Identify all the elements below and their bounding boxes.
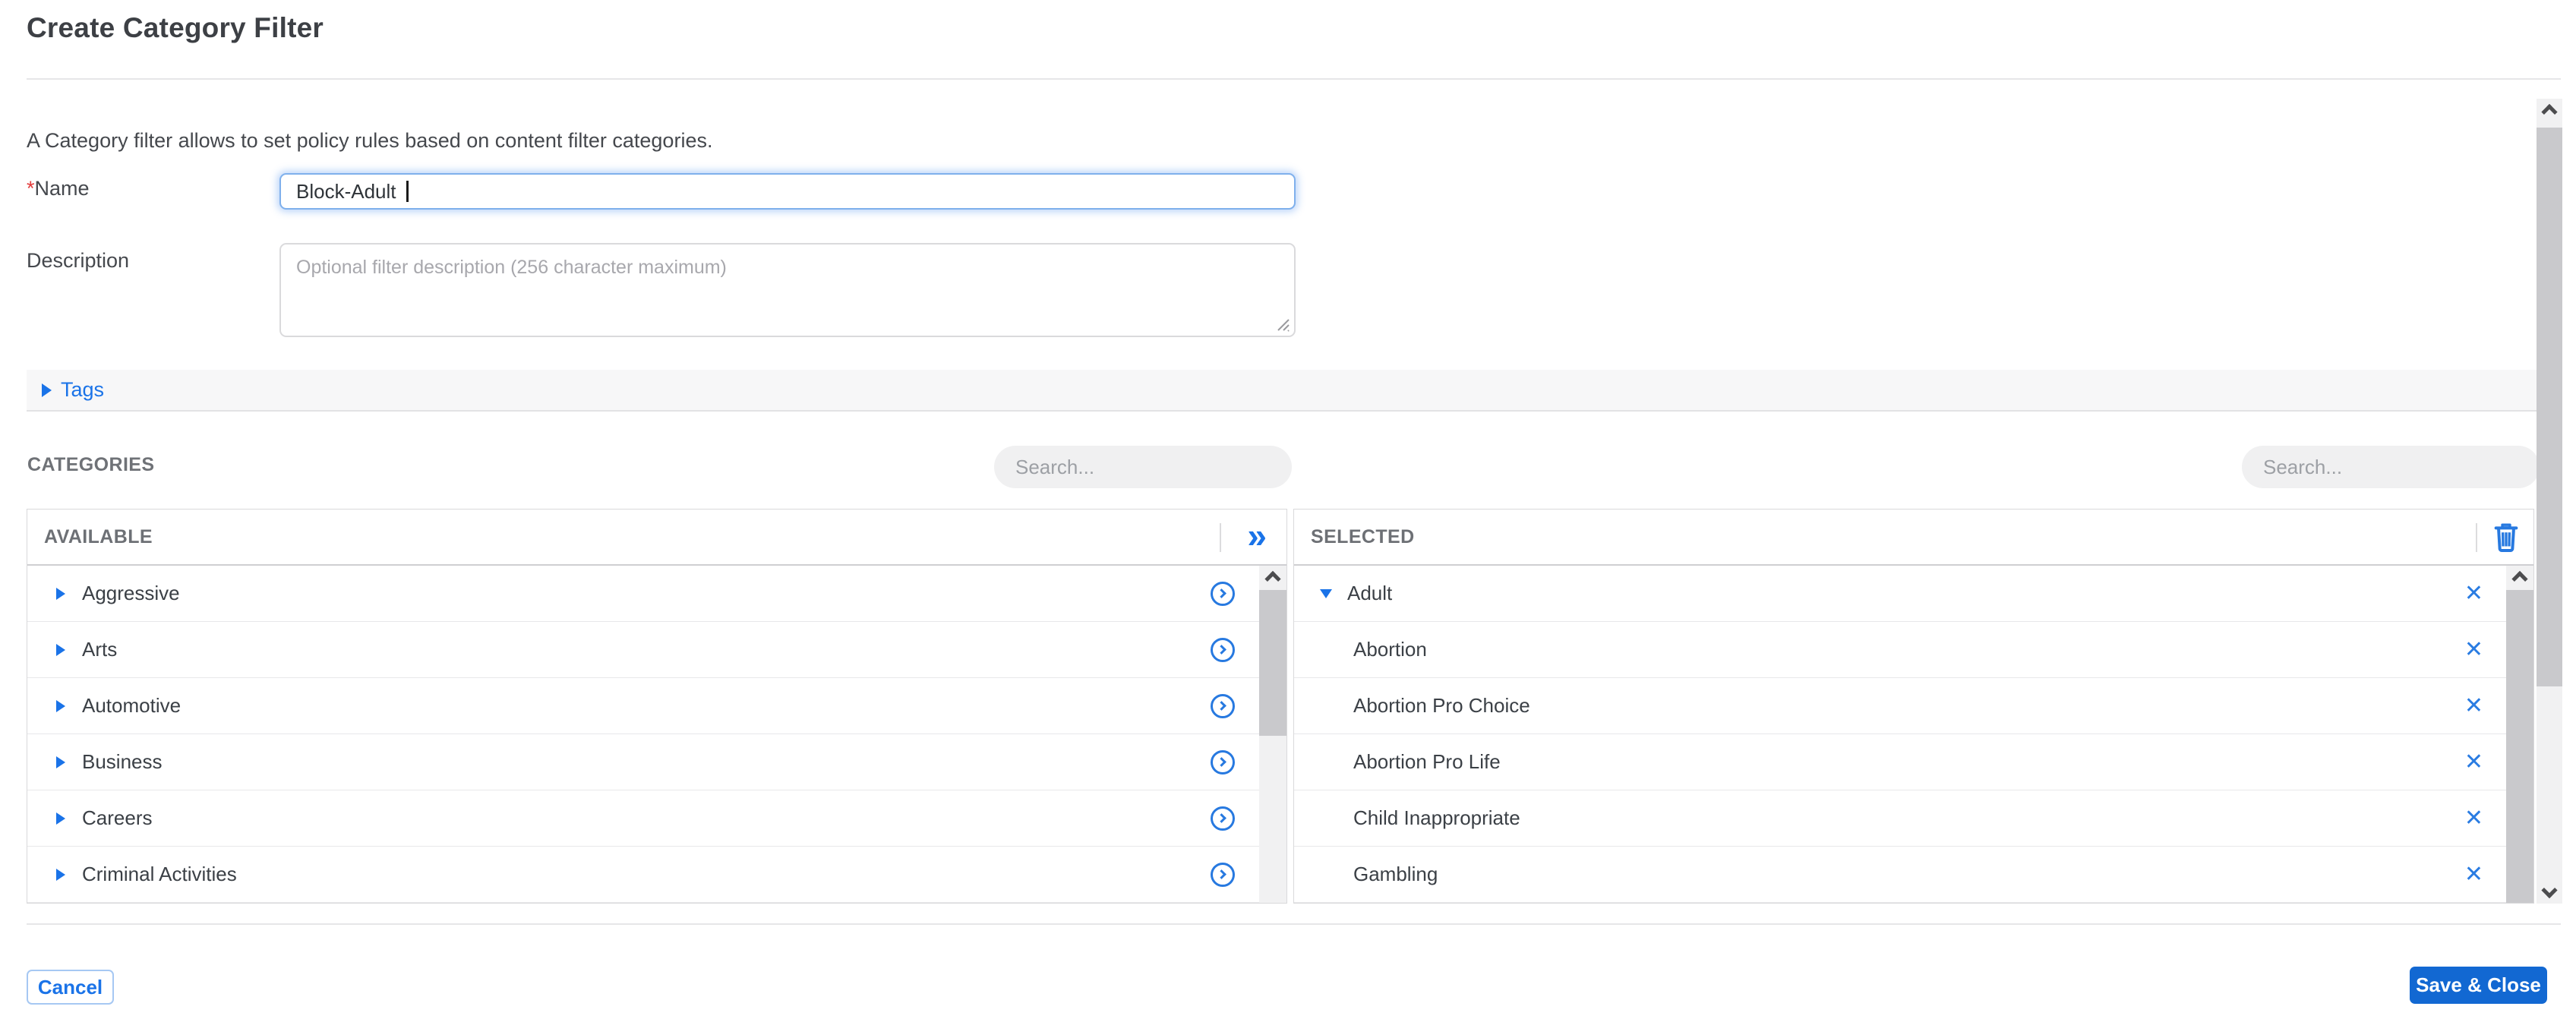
header-divider-line <box>1220 523 1221 552</box>
resize-grip-icon[interactable] <box>1274 315 1290 332</box>
subcategory-label: Child Inappropriate <box>1353 806 1520 830</box>
available-search-input[interactable] <box>994 446 1292 488</box>
required-asterisk: * <box>27 177 35 200</box>
available-list-scrollbar[interactable] <box>1259 566 1286 903</box>
category-label: Arts <box>82 638 117 661</box>
description-label: Description <box>27 249 129 273</box>
selected-subcategory-row[interactable]: Child Inappropriate ✕ <box>1294 790 2506 847</box>
remove-icon[interactable]: ✕ <box>2464 807 2491 830</box>
expand-triangle-icon[interactable] <box>56 756 65 768</box>
delete-all-trash-icon[interactable] <box>2491 520 2521 554</box>
name-label: *Name <box>27 177 90 200</box>
scroll-down-icon[interactable] <box>2541 882 2557 898</box>
collapse-triangle-icon[interactable] <box>1320 589 1332 598</box>
expand-triangle-icon[interactable] <box>56 869 65 881</box>
selected-group-row[interactable]: Adult ✕ <box>1294 566 2506 622</box>
available-category-row[interactable]: Aggressive <box>27 566 1259 622</box>
create-category-filter-modal: Create Category Filter A Category filter… <box>0 0 2576 1019</box>
available-scrollbar-thumb[interactable] <box>1259 590 1286 736</box>
cancel-button[interactable]: Cancel <box>27 970 114 1005</box>
move-to-selected-icon[interactable] <box>1211 863 1235 887</box>
tags-collapsed-triangle-icon <box>42 383 52 397</box>
selected-list-scrollbar[interactable] <box>2506 566 2533 903</box>
chevron-right-icon <box>1217 645 1226 655</box>
subcategory-label: Gambling <box>1353 863 1438 886</box>
subcategory-label: Abortion Pro Life <box>1353 750 1501 774</box>
move-to-selected-icon[interactable] <box>1211 750 1235 775</box>
chevron-right-icon <box>1217 813 1226 823</box>
expand-triangle-icon[interactable] <box>56 700 65 712</box>
move-to-selected-icon[interactable] <box>1211 582 1235 606</box>
page-scrollbar-thumb[interactable] <box>2537 128 2562 686</box>
selected-subcategory-row[interactable]: Gambling ✕ <box>1294 847 2506 903</box>
description-textarea[interactable] <box>279 243 1296 337</box>
selected-subcategory-row[interactable]: Abortion Pro Choice ✕ <box>1294 678 2506 734</box>
selected-list: Adult✕Abortion✕Abortion Pro Choice✕Abort… <box>1294 566 2506 903</box>
selected-panel: SELECTED Adult✕Abortion✕Abortion Pro Cho… <box>1293 509 2534 904</box>
category-label: Automotive <box>82 694 181 718</box>
selected-subcategory-row[interactable]: Abortion ✕ <box>1294 622 2506 678</box>
move-to-selected-icon[interactable] <box>1211 806 1235 831</box>
chevron-right-icon <box>1217 869 1226 879</box>
remove-icon[interactable]: ✕ <box>2464 582 2491 605</box>
category-label: Criminal Activities <box>82 863 237 886</box>
header-divider <box>27 78 2561 80</box>
footer-divider <box>27 923 2561 925</box>
available-panel-body: Aggressive Arts Automotive Business Careers C… <box>27 566 1286 903</box>
available-panel-header: AVAILABLE » <box>27 510 1286 566</box>
remove-icon[interactable]: ✕ <box>2464 751 2491 774</box>
description-field-wrap <box>279 243 1296 337</box>
available-panel-title: AVAILABLE <box>44 526 153 548</box>
category-label: Careers <box>82 806 152 830</box>
intro-text: A Category filter allows to set policy r… <box>27 129 712 153</box>
text-cursor <box>406 181 409 202</box>
selected-search-input[interactable] <box>2242 446 2540 488</box>
selected-group-label: Adult <box>1347 582 1392 605</box>
category-label: Business <box>82 750 163 774</box>
available-category-row[interactable]: Arts <box>27 622 1259 678</box>
remove-icon[interactable]: ✕ <box>2464 695 2491 718</box>
selected-subcategory-row[interactable]: Abortion Pro Life ✕ <box>1294 734 2506 790</box>
header-divider-line <box>2476 523 2477 552</box>
expand-triangle-icon[interactable] <box>56 812 65 825</box>
remove-icon[interactable]: ✕ <box>2464 639 2491 661</box>
available-category-row[interactable]: Criminal Activities <box>27 847 1259 903</box>
selected-panel-header: SELECTED <box>1294 510 2533 566</box>
available-category-row[interactable]: Careers <box>27 790 1259 847</box>
scroll-up-icon[interactable] <box>2541 104 2557 120</box>
chevron-right-icon <box>1217 588 1226 598</box>
selected-scrollbar-thumb[interactable] <box>2506 590 2533 903</box>
available-list: Aggressive Arts Automotive Business Careers C… <box>27 566 1259 903</box>
selected-panel-title: SELECTED <box>1311 526 1415 548</box>
name-field-wrap <box>279 173 1296 210</box>
scroll-up-icon[interactable] <box>1264 571 1280 587</box>
subcategory-label: Abortion Pro Choice <box>1353 694 1530 718</box>
selected-panel-body: Adult✕Abortion✕Abortion Pro Choice✕Abort… <box>1294 566 2533 903</box>
tags-section-bar: Tags <box>27 370 2549 412</box>
remove-icon[interactable]: ✕ <box>2464 863 2491 886</box>
move-all-right-icon[interactable]: » <box>1247 518 1267 553</box>
expand-triangle-icon[interactable] <box>56 588 65 600</box>
move-to-selected-icon[interactable] <box>1211 694 1235 718</box>
save-and-close-button[interactable]: Save & Close <box>2410 967 2547 1004</box>
available-panel: AVAILABLE » Aggressive Arts Automotive Busi… <box>27 509 1287 904</box>
available-category-row[interactable]: Business <box>27 734 1259 790</box>
page-title: Create Category Filter <box>27 12 324 44</box>
tags-label: Tags <box>61 378 104 402</box>
subcategory-label: Abortion <box>1353 638 1427 661</box>
name-input[interactable] <box>279 173 1296 210</box>
chevron-right-icon <box>1217 757 1226 767</box>
available-category-row[interactable]: Automotive <box>27 678 1259 734</box>
tags-expander[interactable]: Tags <box>42 378 104 402</box>
chevron-right-icon <box>1217 701 1226 711</box>
categories-heading: CATEGORIES <box>27 454 154 476</box>
move-to-selected-icon[interactable] <box>1211 638 1235 662</box>
page-scrollbar[interactable] <box>2537 99 2562 904</box>
category-label: Aggressive <box>82 582 180 605</box>
expand-triangle-icon[interactable] <box>56 644 65 656</box>
scroll-up-icon[interactable] <box>2511 571 2527 587</box>
